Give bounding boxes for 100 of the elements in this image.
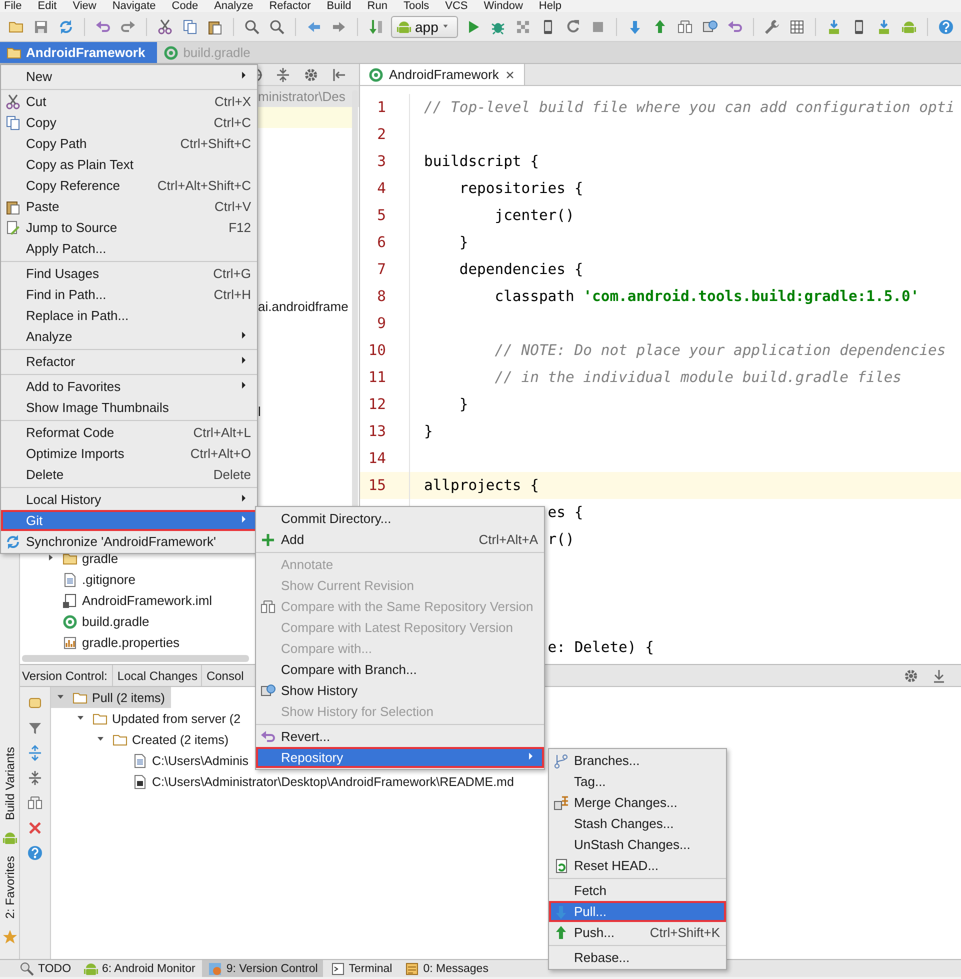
menu-item[interactable]: Jump to Source F12 [1,217,257,238]
undo-icon [260,728,276,744]
menu-item[interactable]: Replace in Path... [1,305,257,326]
menu-item[interactable]: Local History [1,489,257,510]
code-line: jcenter() [494,207,574,224]
line-number: 12 [368,396,386,413]
history-icon [260,682,276,698]
menu-item[interactable]: Copy Path Ctrl+Shift+C [1,133,257,154]
menu-bar-item[interactable]: Tools [403,0,430,12]
tool-window-tab[interactable]: 9: Version Control [202,960,323,977]
terminal-icon [330,960,346,976]
line-number: 10 [368,342,386,359]
menu-item[interactable]: UnStash Changes... [549,834,726,855]
menu-item[interactable]: Branches... [549,750,726,771]
tree-row[interactable]: AndroidFramework.iml [46,590,212,611]
menu-item[interactable]: Paste Ctrl+V [1,196,257,217]
menu-item[interactable]: Show Image Thumbnails [1,397,257,418]
menu-bar-item[interactable]: View [72,0,96,12]
menu-bar-item[interactable]: VCS [445,0,468,12]
code-line: buildscript { [424,153,539,170]
menu-item[interactable]: Optimize Imports Ctrl+Alt+O [1,443,257,464]
menu-bar-item[interactable]: Edit [38,0,57,12]
menu-bar-item[interactable]: Navigate [112,0,156,12]
messages-icon [404,960,420,976]
tree-row[interactable]: Pull (2 items) [51,687,171,708]
menu-item[interactable]: Add Ctrl+Alt+A [256,529,544,550]
menu-bar-item[interactable]: File [4,0,22,12]
tree-item-label[interactable]: l [258,404,261,419]
line-number: 1 [377,99,386,116]
editor-tab[interactable]: AndroidFramework [360,64,525,85]
menu-bar-item[interactable]: Build [326,0,352,12]
tree-item-label[interactable]: ai.androidframe [258,299,348,314]
menu-item[interactable]: Merge Changes... [549,792,726,813]
menu-item[interactable]: Analyze [1,326,257,347]
breadcrumb[interactable]: AndroidFramework [0,42,158,63]
tool-window-tab[interactable]: 6: Android Monitor [78,960,200,977]
menu-item[interactable]: Pull... [549,901,726,922]
menu-item[interactable]: Copy Ctrl+C [1,112,257,133]
close-icon[interactable] [504,68,516,80]
code-line: } [424,423,433,440]
line-number: 9 [377,315,386,332]
menu-item[interactable]: Add to Favorites [1,376,257,397]
menu-item[interactable]: Refactor [1,351,257,372]
scrollbar[interactable] [22,655,249,662]
menu-item[interactable]: Tag... [549,771,726,792]
menu-item[interactable]: Compare with Branch... [256,659,544,680]
scissors-icon [5,94,21,110]
sync-icon [5,534,21,550]
tool-window-tab[interactable]: Terminal [324,960,398,977]
line-number: 2 [377,126,386,143]
line-number: 14 [368,450,386,467]
tree-row[interactable]: Created (2 items) [51,729,235,750]
menu-bar-item[interactable]: Code [172,0,198,12]
menu-item[interactable]: Find Usages Ctrl+G [1,263,257,284]
menu-item[interactable]: Reformat Code Ctrl+Alt+L [1,422,257,443]
compare-icon [260,598,276,614]
menu-item[interactable]: Copy Reference Ctrl+Alt+Shift+C [1,175,257,196]
code-line: classpath 'com.android.tools.build:gradle:1.5.0' [494,288,920,305]
menu-bar-item[interactable]: Run [367,0,388,12]
menu-item[interactable]: Apply Patch... [1,238,257,259]
tool-window-tab[interactable]: 0: Messages [399,960,494,977]
menu-item[interactable]: Push... Ctrl+Shift+K [549,922,726,943]
line-number: 15 [368,477,386,494]
menu-item[interactable]: Delete Delete [1,464,257,485]
tree-row[interactable]: gradle.properties [46,632,180,653]
menu-item[interactable]: Copy as Plain Text [1,154,257,175]
tool-window-tab[interactable]: Build Variants [2,743,16,824]
tree-row[interactable]: build.gradle [46,611,150,632]
tool-window-tab[interactable]: TODO [14,960,76,977]
merge-icon [553,794,569,810]
menu-item[interactable]: Rebase... [549,947,726,968]
line-number: 5 [377,207,386,224]
menu-bar-item[interactable]: Refactor [269,0,311,12]
menu-item[interactable]: Show History [256,680,544,701]
menu-item[interactable]: Stash Changes... [549,813,726,834]
text-file-icon [132,752,148,768]
menu-item[interactable]: Commit Directory... [256,508,544,529]
help-icon[interactable] [25,843,45,863]
tree-row[interactable]: Updated from server (2 [51,708,247,729]
copy-icon [5,114,21,130]
menu-item[interactable]: Fetch [549,880,726,901]
panel-tab[interactable]: Consol [201,665,248,686]
menu-item[interactable]: Git [1,510,257,531]
menu-item[interactable]: Repository [256,747,544,768]
tree-row[interactable]: .gitignore [46,569,136,590]
menu-item[interactable]: Revert... [256,726,544,747]
menu-bar-item[interactable]: Window [484,0,523,12]
tree-row[interactable]: C:\Users\Administrator\Desktop\AndroidFramework\README.md [51,771,520,792]
menu-item[interactable]: New [1,66,257,87]
panel-tab[interactable]: Local Changes [112,665,202,686]
menu-bar-item[interactable]: Analyze [214,0,254,12]
menu-item[interactable]: Find in Path... Ctrl+H [1,284,257,305]
tool-window-tab[interactable]: 2: Favorites [2,852,16,923]
menu-bar-item[interactable]: Help [538,0,562,12]
menu-item[interactable]: Reset HEAD... [549,855,726,876]
update-arrow-icon [553,904,569,920]
run-configuration-dropdown[interactable]: app [391,16,458,38]
branch-icon [553,752,569,768]
tree-row[interactable]: C:\Users\Adminis [51,750,255,771]
menu-item[interactable]: Cut Ctrl+X [1,91,257,112]
